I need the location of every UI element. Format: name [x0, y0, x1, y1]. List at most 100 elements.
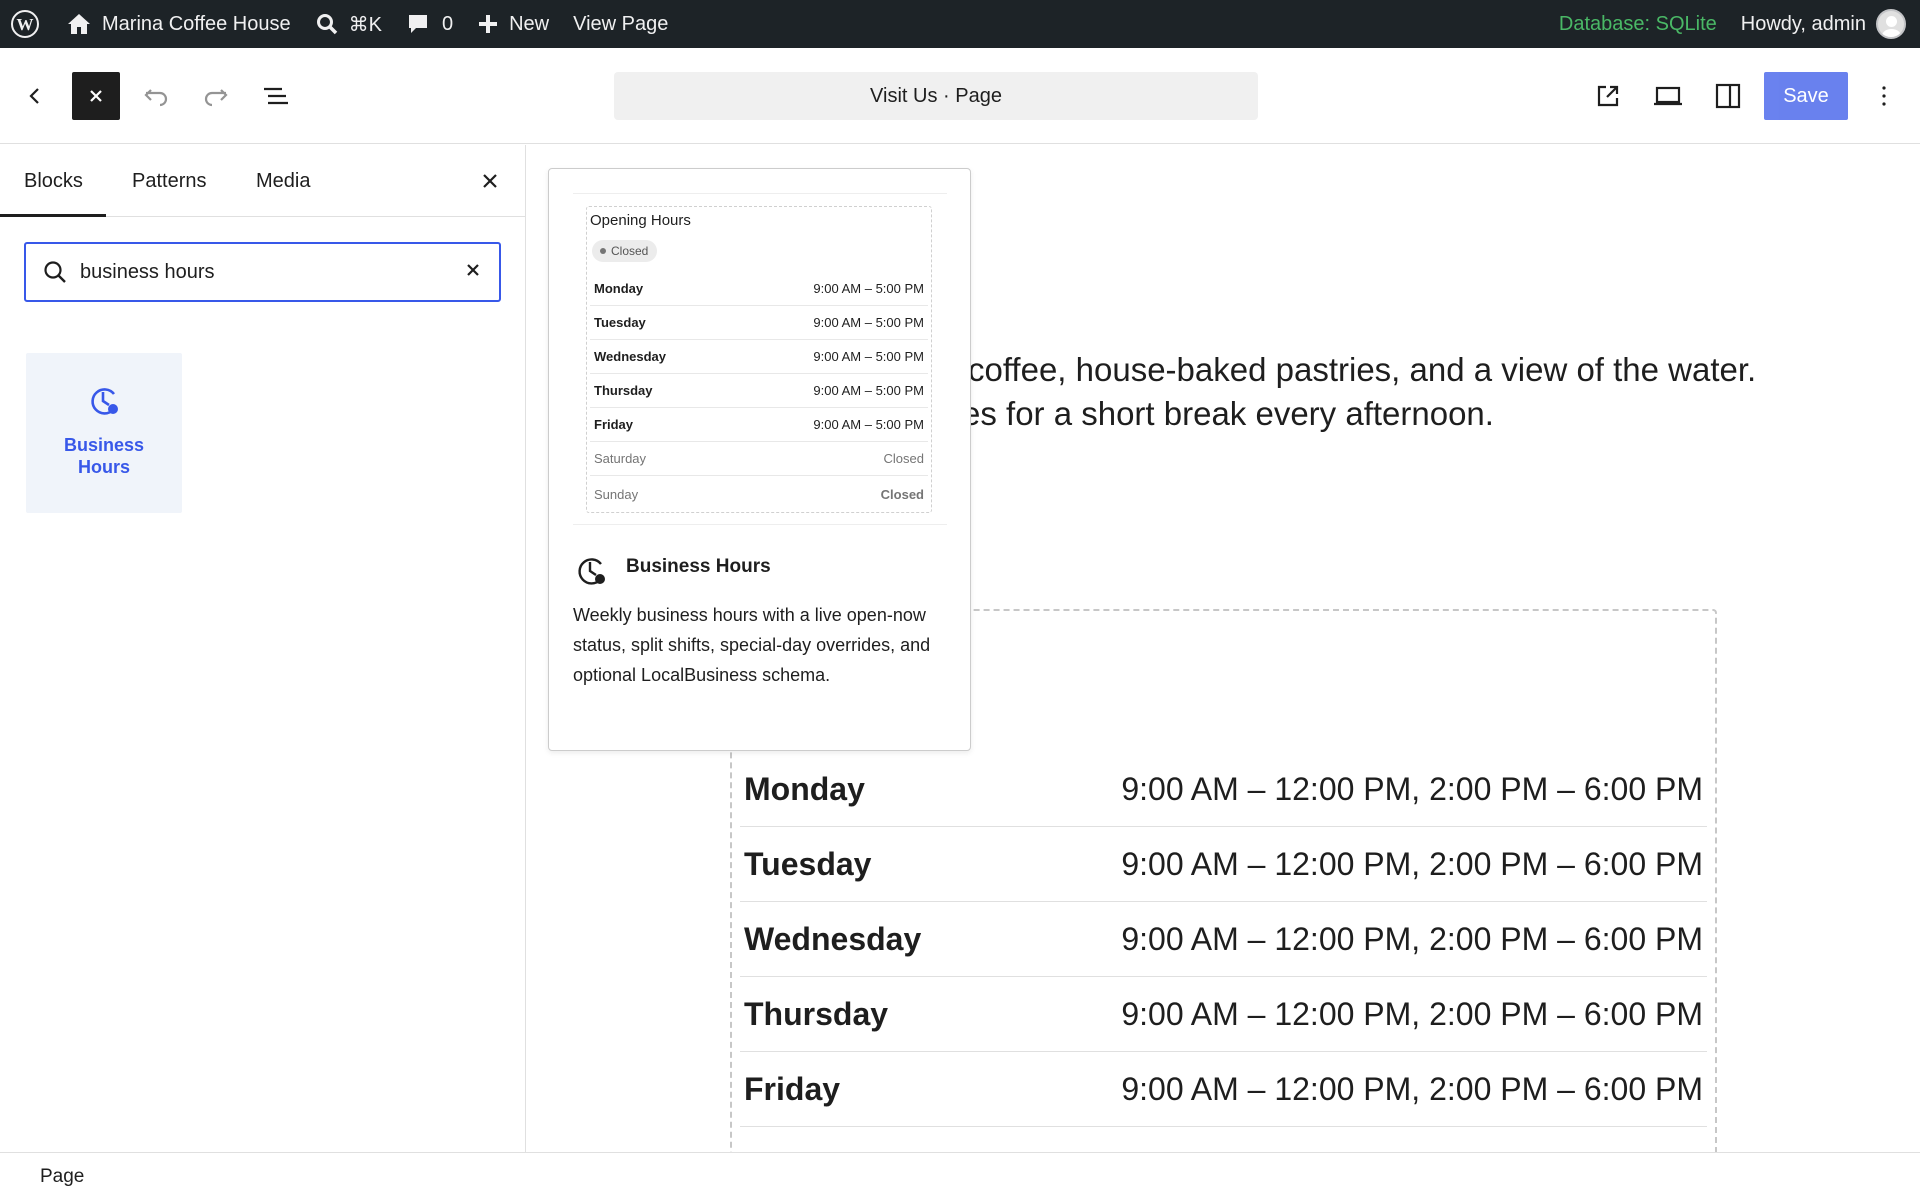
save-button[interactable]: Save: [1764, 72, 1848, 120]
hours-day: Friday: [744, 1070, 841, 1107]
admin-bar: W Marina Coffee House ⌘K 0 New View Page…: [0, 0, 1920, 48]
status-dot: [600, 248, 606, 254]
close-icon: [467, 264, 479, 276]
tab-patterns[interactable]: Patterns: [132, 145, 206, 217]
new-content-link[interactable]: New: [465, 0, 561, 48]
hours-time: 9:00 AM – 12:00 PM, 2:00 PM – 6:00 PM: [1121, 920, 1703, 957]
preview-day: Monday: [594, 281, 644, 296]
hours-time: 9:00 AM – 12:00 PM, 2:00 PM – 6:00 PM: [1121, 770, 1703, 807]
sidebar-icon: [1715, 83, 1741, 109]
active-tab-indicator: [0, 214, 106, 217]
preview-day: Saturday: [594, 451, 647, 466]
hours-row: Wednesday 9:00 AM – 12:00 PM, 2:00 PM – …: [740, 902, 1707, 977]
hours-day: Monday: [744, 770, 865, 807]
tab-media[interactable]: Media: [256, 145, 310, 217]
back-button[interactable]: [11, 72, 59, 120]
preview-hours-row: Wednesday 9:00 AM – 5:00 PM: [590, 340, 928, 374]
database-label: Database: SQLite: [1558, 12, 1717, 35]
preview-time: 9:00 AM – 5:00 PM: [813, 383, 924, 398]
undo-icon: [144, 89, 168, 107]
preview-day: Tuesday: [594, 315, 646, 330]
desktop-icon: [1654, 86, 1682, 106]
redo-icon: [204, 89, 228, 107]
hours-row: Tuesday 9:00 AM – 12:00 PM, 2:00 PM – 6:…: [740, 827, 1707, 902]
inserter-tabs: Blocks Patterns Media: [0, 145, 525, 217]
view-page-link[interactable]: View Page: [561, 0, 680, 48]
document-overview-button[interactable]: [252, 72, 300, 120]
preview-day: Wednesday: [594, 349, 667, 364]
preview-time: 9:00 AM – 5:00 PM: [813, 281, 924, 296]
hours-time: 9:00 AM – 12:00 PM, 2:00 PM – 6:00 PM: [1121, 995, 1703, 1032]
preview-day: Sunday: [594, 486, 639, 502]
site-name-link[interactable]: Marina Coffee House: [52, 0, 303, 48]
preview-time: 9:00 AM – 5:00 PM: [813, 417, 924, 432]
hours-row: Thursday 9:00 AM – 12:00 PM, 2:00 PM – 6…: [740, 977, 1707, 1052]
more-vertical-icon: [1882, 86, 1886, 106]
new-label: New: [509, 12, 550, 35]
close-panel-button[interactable]: [466, 157, 514, 205]
comments-link[interactable]: 0: [394, 0, 465, 48]
clock-icon: [573, 553, 609, 594]
redo-button[interactable]: [192, 72, 240, 120]
preview-hours-row: Tuesday 9:00 AM – 5:00 PM: [590, 306, 928, 340]
comment-icon: [408, 15, 427, 33]
plus-icon: [479, 15, 498, 33]
hours-time: 9:00 AM – 12:00 PM, 2:00 PM – 6:00 PM: [1121, 1070, 1703, 1107]
status-label: Closed: [611, 244, 649, 258]
preview-time: 9:00 AM – 5:00 PM: [813, 315, 924, 330]
preview-hours-row: Friday 9:00 AM – 5:00 PM: [590, 408, 928, 442]
hours-row: Friday 9:00 AM – 12:00 PM, 2:00 PM – 6:0…: [740, 1052, 1707, 1127]
tab-blocks[interactable]: Blocks: [24, 145, 83, 217]
my-account-link[interactable]: Howdy, admin: [1729, 0, 1920, 48]
hours-day: Wednesday: [744, 920, 922, 957]
view-page-button[interactable]: [1584, 72, 1632, 120]
device-preview-button[interactable]: [1644, 72, 1692, 120]
options-button[interactable]: [1860, 72, 1908, 120]
document-title-bar[interactable]: Visit Us · Page: [614, 72, 1258, 120]
breadcrumb[interactable]: Page: [40, 1166, 84, 1188]
intro-paragraph-line-1[interactable]: coffee, house-baked pastries, and a view…: [968, 348, 1756, 392]
home-icon: [68, 14, 90, 34]
preview-time: 9:00 AM – 5:00 PM: [813, 349, 924, 364]
preview-hours-row: Sunday Closed: [590, 477, 928, 511]
block-result-business-hours[interactable]: Business Hours: [26, 353, 182, 513]
close-inserter-toggle[interactable]: [72, 72, 120, 120]
external-link-icon: [1597, 85, 1619, 107]
hours-time: 9:00 AM – 12:00 PM, 2:00 PM – 6:00 PM: [1121, 845, 1703, 882]
settings-sidebar-toggle[interactable]: [1704, 72, 1752, 120]
editor-footer: Page: [0, 1152, 1920, 1200]
clear-search-button[interactable]: [461, 258, 485, 282]
preview-hours-title: Opening Hours: [590, 212, 691, 229]
wordpress-logo-icon[interactable]: W: [0, 0, 52, 48]
block-search-input[interactable]: [80, 260, 440, 284]
svg-text:W: W: [17, 15, 34, 34]
list-view-icon: [264, 87, 288, 105]
search-shortcut: ⌘K: [348, 13, 382, 36]
preview-block-description: Weekly business hours with a live open-n…: [573, 605, 931, 685]
preview-time: Closed: [880, 486, 924, 502]
preview-day: Friday: [594, 417, 634, 432]
avatar: [1876, 9, 1906, 39]
preview-hours-row: Saturday Closed: [590, 442, 928, 476]
preview-block-title: Business Hours: [626, 556, 771, 577]
close-icon: [483, 174, 497, 188]
undo-button[interactable]: [132, 72, 180, 120]
hours-day: Thursday: [744, 995, 889, 1032]
chevron-left-icon: [29, 88, 39, 104]
hours-row: Monday 9:00 AM – 12:00 PM, 2:00 PM – 6:0…: [740, 752, 1707, 827]
document-title: Visit Us · Page: [870, 84, 1002, 107]
preview-time: Closed: [883, 451, 924, 466]
view-page-label: View Page: [573, 12, 669, 35]
preview-hours-row: Thursday 9:00 AM – 5:00 PM: [590, 374, 928, 408]
intro-paragraph-line-2[interactable]: es for a short break every afternoon.: [962, 392, 1494, 436]
howdy-label: Howdy, admin: [1740, 12, 1866, 35]
block-inserter-panel: Blocks Patterns Media Business Hours: [0, 145, 526, 1152]
search-icon: [316, 14, 337, 35]
block-result-label: Business Hours: [63, 435, 145, 477]
site-name: Marina Coffee House: [102, 12, 291, 35]
preview-day: Thursday: [594, 383, 653, 398]
close-icon: [90, 90, 102, 102]
block-search-field: [24, 242, 501, 302]
hours-day: Tuesday: [744, 845, 872, 882]
command-palette-button[interactable]: ⌘K: [303, 0, 394, 48]
